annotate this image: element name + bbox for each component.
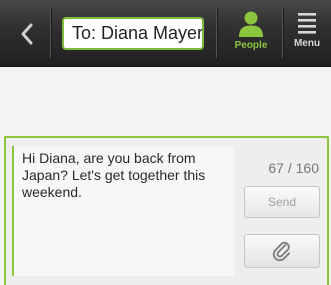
message-input[interactable]: Hi Diana, are you back from Japan? Let's… (12, 146, 234, 276)
back-button[interactable] (14, 18, 40, 50)
menu-label: Menu (293, 38, 321, 49)
person-icon (239, 11, 263, 37)
divider (216, 8, 217, 58)
paperclip-icon (272, 241, 290, 262)
send-button[interactable]: Send (244, 186, 320, 218)
divider (50, 8, 51, 58)
action-bar: To: Diana Mayer People Menu (0, 0, 331, 67)
people-label: People (234, 40, 268, 51)
chevron-left-icon (21, 23, 33, 45)
attach-button[interactable] (244, 234, 320, 268)
people-button[interactable]: People (226, 10, 276, 58)
message-text: Hi Diana, are you back from Japan? Let's… (22, 150, 206, 200)
divider (282, 8, 283, 58)
send-label: Send (267, 195, 297, 209)
recipient-text: To: Diana Mayer (72, 23, 204, 43)
menu-button[interactable]: Menu (286, 10, 328, 58)
conversation-area (0, 67, 331, 137)
character-counter: 67 / 160 (268, 160, 319, 176)
menu-icon (298, 13, 316, 34)
compose-panel: Hi Diana, are you back from Japan? Let's… (4, 136, 329, 285)
recipient-field[interactable]: To: Diana Mayer (62, 17, 204, 50)
